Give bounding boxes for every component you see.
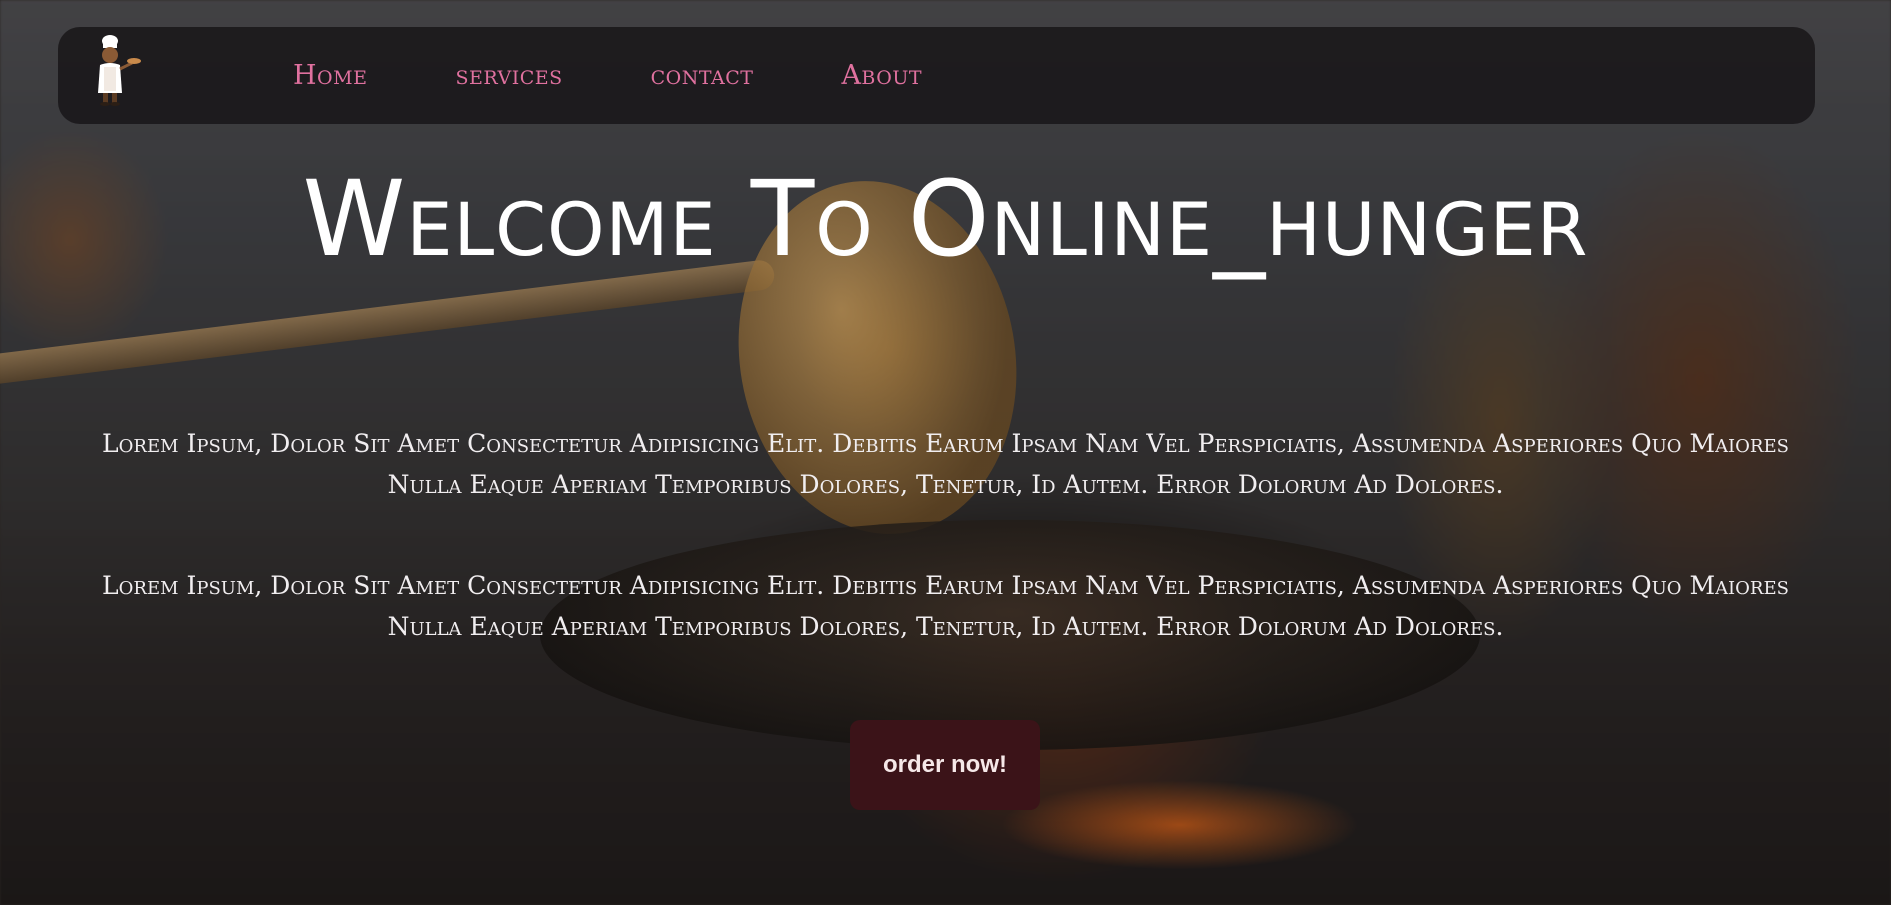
nav-link-about[interactable]: About [841, 60, 922, 91]
hero-paragraph-1: Lorem Ipsum, Dolor Sit Amet Consectetur … [102, 429, 1789, 499]
nav-links: Home services contact About [293, 27, 922, 124]
hero-paragraph-2: Lorem Ipsum, Dolor Sit Amet Consectetur … [102, 571, 1789, 641]
chef-logo-icon[interactable] [92, 33, 142, 107]
flame-decoration [1000, 780, 1360, 870]
nav-link-contact[interactable]: contact [651, 60, 754, 91]
hero-title: Welcome To Online_hunger [302, 158, 1589, 280]
nav-link-home[interactable]: Home [293, 60, 367, 91]
order-now-button[interactable]: order now! [850, 720, 1040, 810]
nav-link-services[interactable]: services [455, 60, 562, 91]
navbar: Home services contact About [58, 27, 1815, 124]
